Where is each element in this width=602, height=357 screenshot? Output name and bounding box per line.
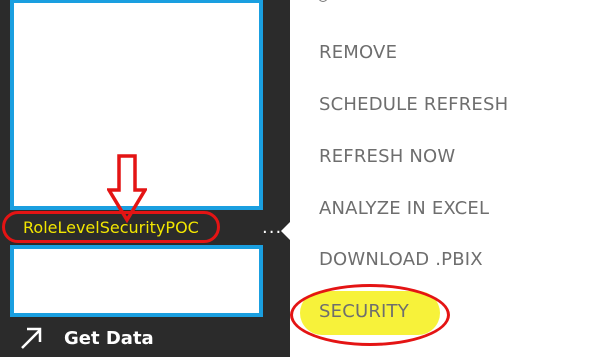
dashboard-tile[interactable]	[10, 245, 263, 317]
menu-pointer	[281, 222, 290, 240]
arrow-up-right-icon	[21, 327, 42, 349]
get-data-link[interactable]: Get Data	[18, 322, 154, 354]
menu-item-remove[interactable]: REMOVE	[319, 42, 397, 63]
screenshot-stage: RoleLevelSecurityPOC ... Get Data REMOVE…	[0, 0, 602, 357]
menu-item-refresh-now[interactable]: REFRESH NOW	[319, 146, 455, 167]
menu-item-schedule-refresh[interactable]: SCHEDULE REFRESH	[319, 94, 508, 115]
menu-item-download-pbix[interactable]: DOWNLOAD .PBIX	[319, 249, 483, 270]
get-data-label: Get Data	[64, 327, 154, 349]
menu-item-security[interactable]: SECURITY	[319, 301, 409, 322]
menu-item-analyze-in-excel[interactable]: ANALYZE IN EXCEL	[319, 198, 489, 219]
down-arrow-annotation-icon	[107, 154, 147, 224]
navigation-pane: RoleLevelSecurityPOC ... Get Data	[0, 0, 290, 357]
